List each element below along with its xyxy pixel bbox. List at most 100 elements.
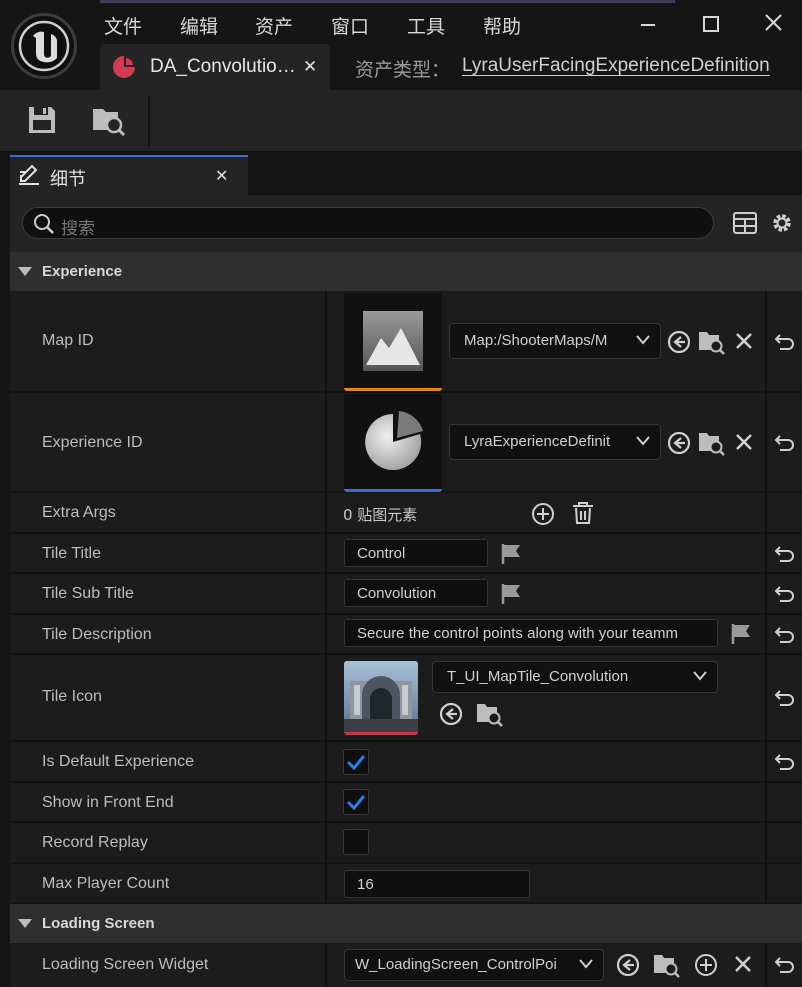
maximize-icon[interactable] <box>696 10 726 38</box>
loading-screen-widget-dropdown[interactable]: W_LoadingScreen_ControlPoi <box>344 949 604 981</box>
reset-to-default-icon[interactable] <box>774 753 796 771</box>
category-loading-screen[interactable]: Loading Screen <box>10 904 802 944</box>
element-count: 0 贴图元素 <box>343 506 418 524</box>
title-accent-line <box>100 0 675 3</box>
column-divider <box>765 534 767 572</box>
reset-to-default-icon[interactable] <box>774 585 796 603</box>
column-divider <box>765 864 767 902</box>
close-window-icon[interactable] <box>759 10 789 38</box>
details-tab-close-icon[interactable]: ✕ <box>215 166 228 186</box>
experience-thumbnail[interactable] <box>344 394 442 492</box>
menu-asset[interactable]: 资产 <box>255 12 293 39</box>
experience-id-dropdown[interactable]: LyraExperienceDefinit <box>449 424 661 460</box>
property-row-experience-id: Experience ID LyraExperienceDefinit <box>10 393 802 493</box>
property-row-loading-screen-widget: Loading Screen Widget W_LoadingScreen_Co… <box>10 944 802 987</box>
property-label: Record Replay <box>42 834 148 851</box>
column-divider <box>765 783 767 821</box>
reset-to-default-icon[interactable] <box>774 434 796 452</box>
reset-to-default-icon[interactable] <box>774 689 796 707</box>
column-divider <box>325 292 327 391</box>
column-divider <box>325 615 327 653</box>
document-tab-close-icon[interactable]: ✕ <box>303 57 317 77</box>
reset-to-default-icon[interactable] <box>774 626 796 644</box>
tile-title-input[interactable]: Control <box>344 539 488 567</box>
asset-type-link[interactable]: LyraUserFacingExperienceDefinition <box>462 55 770 77</box>
minimize-icon[interactable] <box>633 10 663 38</box>
details-tab-label: 细节 <box>50 169 86 190</box>
map-thumbnail[interactable] <box>344 293 442 391</box>
browse-folder-icon[interactable] <box>653 952 680 978</box>
localization-flag-icon[interactable] <box>730 623 752 645</box>
localization-flag-icon[interactable] <box>500 583 522 605</box>
browse-folder-icon[interactable] <box>698 430 725 456</box>
use-selected-icon[interactable] <box>666 430 692 456</box>
max-player-count-input[interactable]: 16 <box>344 870 530 898</box>
menu-window[interactable]: 窗口 <box>331 12 369 39</box>
reset-to-default-icon[interactable] <box>774 956 796 974</box>
clear-x-icon[interactable] <box>732 430 758 456</box>
use-selected-icon[interactable] <box>438 701 464 727</box>
property-label: Tile Description <box>42 626 152 643</box>
trash-icon[interactable] <box>570 500 596 526</box>
browse-folder-icon[interactable] <box>698 329 725 355</box>
table-view-icon[interactable] <box>733 212 757 234</box>
clear-x-icon[interactable] <box>731 952 757 978</box>
details-tab[interactable]: 细节 ✕ <box>10 155 248 195</box>
reset-to-default-icon[interactable] <box>774 333 796 351</box>
unreal-logo-icon[interactable] <box>11 13 77 79</box>
column-divider <box>765 742 767 781</box>
property-row-tile-title: Tile Title Control <box>10 534 802 574</box>
search-icon <box>33 213 55 235</box>
add-element-icon[interactable] <box>530 501 556 527</box>
column-divider <box>325 783 327 821</box>
record-replay-checkbox[interactable] <box>343 829 369 855</box>
data-asset-icon <box>112 55 136 79</box>
chevron-down-icon <box>579 959 593 969</box>
use-selected-icon[interactable] <box>666 329 692 355</box>
tile-sub-title-input[interactable]: Convolution <box>344 579 488 607</box>
dropdown-value: Map:/ShooterMaps/M <box>464 332 608 349</box>
menu-file[interactable]: 文件 <box>104 12 142 39</box>
dropdown-value: W_LoadingScreen_ControlPoi <box>355 956 557 973</box>
property-row-map-id: Map ID Map:/ShooterMaps/M <box>10 292 802 393</box>
localization-flag-icon[interactable] <box>500 543 522 565</box>
search-placeholder: 搜索 <box>61 219 95 239</box>
browse-folder-icon[interactable] <box>476 701 503 727</box>
column-divider <box>765 615 767 653</box>
browse-to-asset-icon[interactable] <box>92 104 126 136</box>
is-default-experience-checkbox[interactable] <box>343 749 369 775</box>
column-divider <box>325 393 327 491</box>
column-divider <box>325 944 327 987</box>
tile-description-input[interactable]: Secure the control points along with you… <box>344 619 718 647</box>
save-icon[interactable] <box>27 105 57 135</box>
property-row-record-replay: Record Replay <box>10 823 802 864</box>
settings-gear-icon[interactable] <box>769 210 795 236</box>
column-divider <box>765 393 767 491</box>
tile-icon-thumbnail[interactable] <box>344 661 418 735</box>
collapse-arrow-icon <box>18 919 32 929</box>
chevron-down-icon <box>693 671 707 681</box>
add-new-asset-icon[interactable] <box>693 952 719 978</box>
search-input[interactable]: 搜索 <box>22 207 714 239</box>
asset-type-label: 资产类型： <box>355 59 451 81</box>
menu-tools[interactable]: 工具 <box>407 12 445 39</box>
dropdown-value: T_UI_MapTile_Convolution <box>447 668 629 685</box>
column-divider <box>765 823 767 862</box>
property-row-max-player-count: Max Player Count 16 <box>10 864 802 904</box>
document-tab[interactable]: DA_Convolutio… ✕ <box>100 44 330 90</box>
clear-x-icon[interactable] <box>732 329 758 355</box>
column-divider <box>325 823 327 862</box>
column-divider <box>765 944 767 987</box>
use-selected-icon[interactable] <box>615 952 641 978</box>
menu-edit[interactable]: 编辑 <box>180 12 218 39</box>
reset-to-default-icon[interactable] <box>774 545 796 563</box>
category-experience[interactable]: Experience <box>10 252 802 292</box>
column-divider <box>325 574 327 613</box>
menu-help[interactable]: 帮助 <box>483 12 521 39</box>
show-in-front-end-checkbox[interactable] <box>343 789 369 815</box>
property-row-extra-args: Extra Args 0 贴图元素 <box>10 493 802 534</box>
map-id-dropdown[interactable]: Map:/ShooterMaps/M <box>449 323 661 359</box>
property-row-tile-description: Tile Description Secure the control poin… <box>10 615 802 655</box>
tile-icon-dropdown[interactable]: T_UI_MapTile_Convolution <box>432 661 718 693</box>
document-tab-title: DA_Convolutio… <box>150 56 296 77</box>
